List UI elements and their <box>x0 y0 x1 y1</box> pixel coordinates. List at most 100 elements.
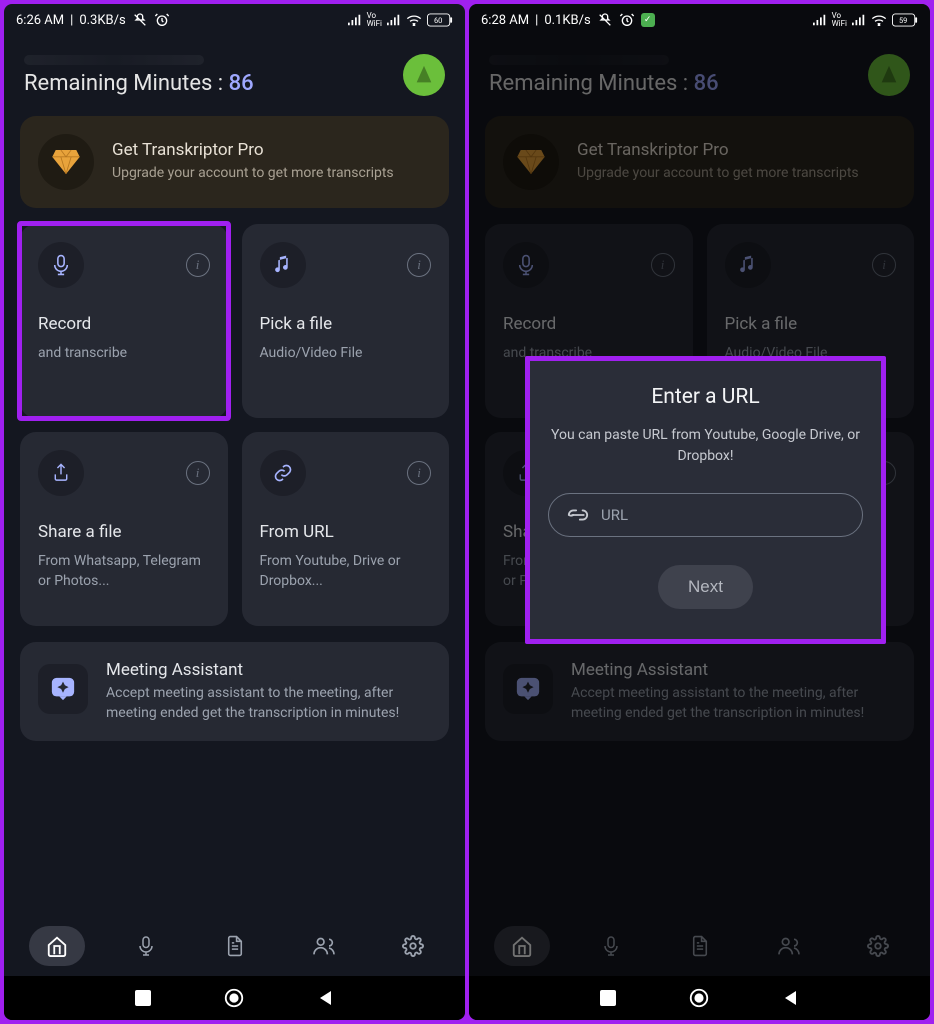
battery-icon: 59 <box>892 13 918 27</box>
info-icon[interactable]: i <box>186 253 210 277</box>
home-button[interactable] <box>688 987 710 1009</box>
signal2-icon <box>387 14 401 26</box>
music-note-icon <box>260 242 306 288</box>
card-sub: and transcribe <box>38 344 210 364</box>
back-button[interactable] <box>782 989 800 1007</box>
signal2-icon <box>852 14 866 26</box>
svg-text:59: 59 <box>899 16 907 25</box>
share-file-card[interactable]: i Share a file From Whatsapp, Telegram o… <box>20 432 228 626</box>
card-title: Record <box>503 314 675 334</box>
back-button[interactable] <box>317 989 335 1007</box>
phone-right: 6:28 AM | 0.1KB/s ✓ VoWiFi 59 <box>469 4 930 1020</box>
nav-document[interactable] <box>207 926 263 966</box>
assistant-sub: Accept meeting assistant to the meeting,… <box>106 684 431 723</box>
alarm-icon <box>619 12 635 28</box>
info-icon[interactable]: i <box>407 461 431 485</box>
recent-apps-button[interactable] <box>135 990 151 1006</box>
phone-left: 6:26 AM | 0.3KB/s VoWiFi 60 <box>4 4 465 1020</box>
url-input[interactable]: URL <box>548 493 863 537</box>
next-button[interactable]: Next <box>658 565 753 609</box>
pro-title: Get Transkriptor Pro <box>112 140 394 160</box>
meeting-assistant-card[interactable]: Meeting Assistant Accept meeting assista… <box>485 642 914 741</box>
battery-icon: 60 <box>427 13 453 27</box>
card-title: Pick a file <box>725 314 897 334</box>
signal-icon <box>813 14 827 26</box>
assistant-title: Meeting Assistant <box>106 660 431 680</box>
sparkle-icon <box>503 664 553 714</box>
mic-icon <box>503 242 549 288</box>
status-time: 6:28 AM <box>481 13 529 28</box>
status-bar: 6:28 AM | 0.1KB/s ✓ VoWiFi 59 <box>469 4 930 36</box>
card-sub: Audio/Video File <box>260 344 432 364</box>
nav-home[interactable] <box>494 926 550 966</box>
system-nav <box>4 976 465 1020</box>
recent-apps-button[interactable] <box>600 990 616 1006</box>
card-title: Pick a file <box>260 314 432 334</box>
vowifi-icon: VoWiFi <box>832 12 847 28</box>
url-placeholder: URL <box>601 506 628 524</box>
avatar[interactable] <box>868 54 910 96</box>
pro-subtitle: Upgrade your account to get more transcr… <box>112 164 394 184</box>
info-icon[interactable]: i <box>872 253 896 277</box>
nav-settings[interactable] <box>850 926 906 966</box>
card-sub: From Whatsapp, Telegram or Photos... <box>38 552 210 591</box>
wifi-icon <box>871 14 887 26</box>
alarm-icon <box>154 12 170 28</box>
sparkle-icon <box>38 664 88 714</box>
nav-home[interactable] <box>29 926 85 966</box>
pro-subtitle: Upgrade your account to get more transcr… <box>577 164 859 184</box>
from-url-card[interactable]: i From URL From Youtube, Drive or Dropbo… <box>242 432 450 626</box>
redacted-text <box>24 55 204 65</box>
bottom-nav <box>469 916 930 976</box>
music-note-icon <box>725 242 771 288</box>
pro-title: Get Transkriptor Pro <box>577 140 859 160</box>
signal-icon <box>348 14 362 26</box>
wifi-icon <box>406 14 422 26</box>
info-icon[interactable]: i <box>651 253 675 277</box>
share-icon <box>38 450 84 496</box>
remaining-minutes: Remaining Minutes : 86 <box>489 71 719 96</box>
svg-text:60: 60 <box>434 16 442 25</box>
card-sub: From Youtube, Drive or Dropbox... <box>260 552 432 591</box>
card-title: From URL <box>260 522 432 542</box>
home-button[interactable] <box>223 987 245 1009</box>
pro-upgrade-card[interactable]: Get Transkriptor Pro Upgrade your accoun… <box>485 116 914 208</box>
mic-icon <box>38 242 84 288</box>
nav-mic[interactable] <box>583 926 639 966</box>
status-bar: 6:26 AM | 0.3KB/s VoWiFi 60 <box>4 4 465 36</box>
info-icon[interactable]: i <box>186 461 210 485</box>
status-net: 0.3KB/s <box>79 13 125 28</box>
record-card[interactable]: i Record and transcribe <box>20 224 228 418</box>
app-indicator-icon: ✓ <box>641 13 655 27</box>
status-time: 6:26 AM <box>16 13 64 28</box>
mute-icon <box>597 12 613 28</box>
nav-people[interactable] <box>761 926 817 966</box>
bottom-nav <box>4 916 465 976</box>
nav-settings[interactable] <box>385 926 441 966</box>
nav-people[interactable] <box>296 926 352 966</box>
card-title: Record <box>38 314 210 334</box>
diamond-icon <box>38 134 94 190</box>
avatar[interactable] <box>403 54 445 96</box>
meeting-assistant-card[interactable]: Meeting Assistant Accept meeting assista… <box>20 642 449 741</box>
header: Remaining Minutes : 86 <box>469 36 930 106</box>
pro-upgrade-card[interactable]: Get Transkriptor Pro Upgrade your accoun… <box>20 116 449 208</box>
enter-url-modal: Enter a URL You can paste URL from Youtu… <box>525 356 886 644</box>
assistant-title: Meeting Assistant <box>571 660 896 680</box>
nav-document[interactable] <box>672 926 728 966</box>
system-nav <box>469 976 930 1020</box>
link-icon <box>567 508 589 522</box>
header: Remaining Minutes : 86 <box>4 36 465 106</box>
status-net: 0.1KB/s <box>544 13 590 28</box>
redacted-text <box>489 55 669 65</box>
mute-icon <box>132 12 148 28</box>
vowifi-icon: VoWiFi <box>367 12 382 28</box>
nav-mic[interactable] <box>118 926 174 966</box>
modal-title: Enter a URL <box>548 385 863 409</box>
link-icon <box>260 450 306 496</box>
info-icon[interactable]: i <box>407 253 431 277</box>
pick-file-card[interactable]: i Pick a file Audio/Video File <box>242 224 450 418</box>
assistant-sub: Accept meeting assistant to the meeting,… <box>571 684 896 723</box>
diamond-icon <box>503 134 559 190</box>
modal-subtitle: You can paste URL from Youtube, Google D… <box>548 425 863 467</box>
